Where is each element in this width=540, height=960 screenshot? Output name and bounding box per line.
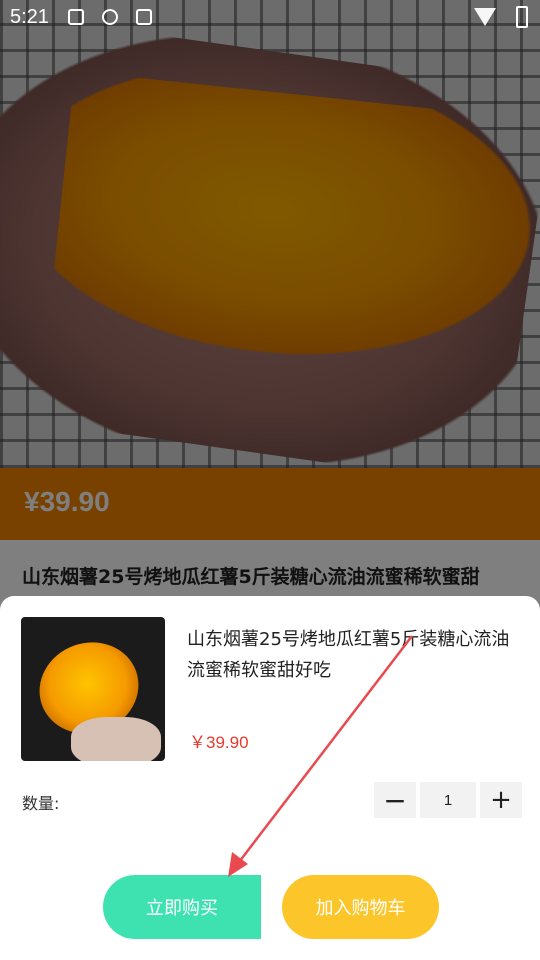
product-price: ￥39.90 (189, 733, 249, 752)
increase-quantity-button[interactable]: + (480, 782, 522, 818)
decrease-quantity-button[interactable]: − (374, 782, 416, 818)
thumbnail-hand (71, 717, 161, 761)
buy-now-button[interactable]: 立即购买 (103, 875, 261, 939)
product-title: 山东烟薯25号烤地瓜红薯5斤装糖心流油流蜜稀软蜜甜好吃 (187, 629, 510, 681)
quantity-label: 数量: (22, 794, 60, 813)
status-bar: 5:21 (0, 0, 540, 36)
status-time: 5:21 (10, 6, 49, 28)
wifi-icon (474, 8, 496, 26)
clock-icon (102, 9, 118, 25)
product-thumbnail (21, 617, 165, 761)
add-to-cart-button[interactable]: 加入购物车 (282, 875, 439, 939)
a-icon (136, 9, 152, 25)
image-icon (68, 9, 84, 25)
battery-icon (516, 6, 528, 28)
purchase-sheet: 山东烟薯25号烤地瓜红薯5斤装糖心流油流蜜稀软蜜甜好吃 ￥39.90 数量: −… (0, 596, 540, 960)
quantity-value[interactable]: 1 (420, 782, 476, 818)
